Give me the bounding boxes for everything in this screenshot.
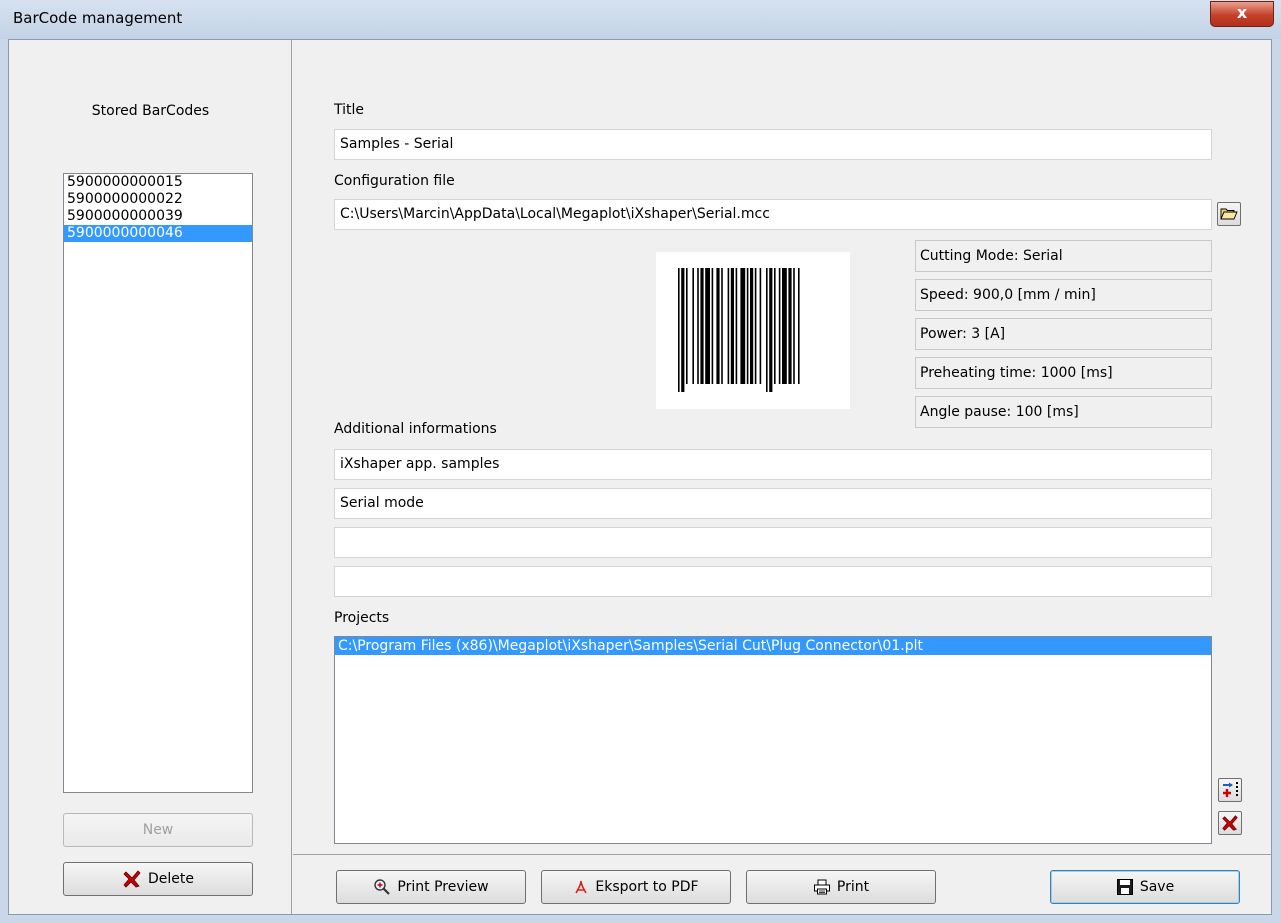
red-x-icon bbox=[1222, 815, 1238, 831]
barcode-listbox[interactable]: 5900000000015 5900000000022 590000000003… bbox=[63, 173, 253, 793]
barcode-bar bbox=[746, 268, 749, 384]
floppy-disk-icon bbox=[1116, 879, 1133, 895]
power-info: Power: 3 [A] bbox=[915, 318, 1212, 350]
barcode-bar bbox=[750, 268, 754, 384]
save-label: Save bbox=[1139, 879, 1175, 895]
additional-info-input-3[interactable] bbox=[334, 527, 1212, 558]
project-list-item-selected[interactable]: C:\Program Files (x86)\Megaplot\iXshaper… bbox=[335, 637, 1211, 655]
export-pdf-button[interactable]: Eksport to PDF bbox=[541, 870, 731, 904]
stored-barcodes-label: Stored BarCodes bbox=[91, 103, 210, 119]
title-bar: BarCode management x bbox=[0, 0, 1281, 39]
barcode-bar bbox=[766, 268, 768, 392]
preheating-time-info: Preheating time: 1000 [ms] bbox=[915, 357, 1212, 389]
configuration-file-label: Configuration file bbox=[334, 173, 455, 189]
barcode-bar bbox=[769, 268, 773, 392]
barcode-bar bbox=[678, 268, 680, 392]
barcode-list-item[interactable]: 5900000000022 bbox=[64, 191, 252, 208]
title-label: Title bbox=[334, 102, 365, 118]
delete-button[interactable]: Delete bbox=[63, 862, 253, 896]
barcode-bar bbox=[759, 268, 762, 384]
add-project-icon bbox=[1223, 782, 1238, 797]
barcode-bar bbox=[774, 268, 776, 384]
configuration-file-input[interactable]: C:\Users\Marcin\AppData\Local\Megaplot\i… bbox=[334, 199, 1212, 230]
close-icon: x bbox=[1236, 3, 1248, 22]
barcode-bar bbox=[754, 268, 757, 384]
barcode-bar bbox=[730, 268, 734, 384]
stored-barcodes-panel: Stored BarCodes 5900000000015 5900000000… bbox=[9, 40, 292, 914]
additional-informations-label: Additional informations bbox=[334, 421, 497, 437]
window-title: BarCode management bbox=[13, 9, 183, 27]
close-button[interactable]: x bbox=[1210, 1, 1274, 27]
barcode-graphic bbox=[678, 268, 800, 392]
barcode-list-item-selected[interactable]: 5900000000046 bbox=[64, 225, 252, 242]
barcode-management-window: BarCode management x Stored BarCodes 590… bbox=[0, 0, 1281, 923]
cutting-mode-info: Cutting Mode: Serial bbox=[915, 240, 1212, 272]
red-x-icon bbox=[123, 870, 141, 888]
magnifier-icon bbox=[374, 879, 391, 895]
print-label: Print bbox=[836, 879, 870, 895]
save-button[interactable]: Save bbox=[1050, 870, 1240, 904]
barcode-bar bbox=[681, 268, 685, 392]
browse-config-button[interactable] bbox=[1217, 202, 1241, 226]
pdf-icon bbox=[575, 880, 588, 894]
dialog-client-area: Stored BarCodes 5900000000015 5900000000… bbox=[8, 39, 1272, 915]
printer-icon bbox=[813, 879, 830, 895]
new-button[interactable]: New bbox=[63, 813, 253, 847]
folder-open-icon bbox=[1220, 208, 1238, 220]
print-preview-button[interactable]: Print Preview bbox=[336, 870, 526, 904]
print-preview-label: Print Preview bbox=[397, 879, 489, 895]
barcode-bar bbox=[711, 268, 714, 384]
barcode-bar bbox=[686, 268, 688, 384]
projects-listbox[interactable]: C:\Program Files (x86)\Megaplot\iXshaper… bbox=[334, 636, 1212, 844]
barcode-bar bbox=[788, 268, 792, 384]
barcode-image bbox=[656, 252, 850, 409]
barcode-bar bbox=[740, 268, 746, 384]
barcode-bar bbox=[735, 268, 738, 384]
additional-info-input-2[interactable]: Serial mode bbox=[334, 488, 1212, 519]
barcode-bar bbox=[697, 268, 699, 384]
print-button[interactable]: Print bbox=[746, 870, 936, 904]
barcode-list-item[interactable]: 5900000000039 bbox=[64, 208, 252, 225]
barcode-bar bbox=[793, 268, 795, 384]
barcode-bar bbox=[700, 268, 704, 384]
speed-info: Speed: 900,0 [mm / min] bbox=[915, 279, 1212, 311]
remove-project-button[interactable] bbox=[1218, 811, 1242, 835]
delete-button-label: Delete bbox=[148, 871, 194, 887]
projects-label: Projects bbox=[334, 610, 390, 626]
new-button-label: New bbox=[142, 822, 174, 838]
additional-info-input-4[interactable] bbox=[334, 566, 1212, 597]
barcode-bar bbox=[692, 268, 694, 384]
title-input[interactable]: Samples - Serial bbox=[334, 129, 1212, 160]
angle-pause-info: Angle pause: 100 [ms] bbox=[915, 396, 1212, 428]
barcode-bar bbox=[778, 268, 781, 384]
add-project-button[interactable] bbox=[1218, 778, 1242, 802]
barcode-details-panel: Title Samples - Serial Configuration fil… bbox=[293, 40, 1271, 914]
barcode-bar bbox=[727, 268, 730, 384]
export-pdf-label: Eksport to PDF bbox=[595, 879, 699, 895]
barcode-bar bbox=[705, 268, 710, 384]
barcode-bar bbox=[798, 268, 800, 384]
barcode-bar bbox=[716, 268, 720, 384]
additional-info-input-1[interactable]: iXshaper app. samples bbox=[334, 449, 1212, 480]
action-bar: Print Preview Eksport to PDF Print Save bbox=[293, 854, 1271, 914]
barcode-bar bbox=[782, 268, 787, 384]
barcode-list-item[interactable]: 5900000000015 bbox=[64, 174, 252, 191]
barcode-bar bbox=[721, 268, 723, 384]
